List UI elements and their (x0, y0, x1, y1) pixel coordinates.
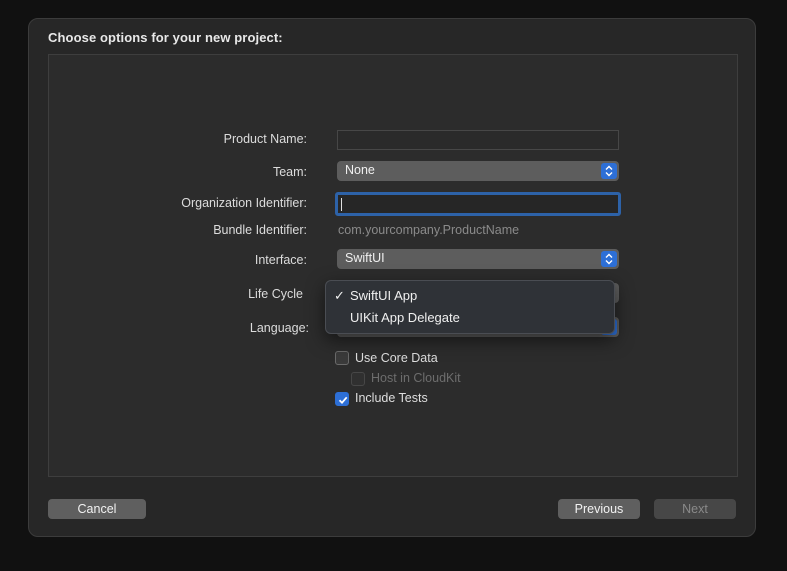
menu-item-label: UIKit App Delegate (350, 310, 460, 325)
menu-item-label: SwiftUI App (350, 288, 418, 303)
interface-value: SwiftUI (345, 251, 385, 265)
org-identifier-label: Organization Identifier: (181, 196, 307, 210)
host-in-cloudkit-label: Host in CloudKit (371, 371, 461, 385)
checkmark-icon: ✓ (334, 288, 345, 303)
checkmark-icon (338, 396, 348, 405)
team-value: None (345, 163, 375, 177)
org-identifier-field[interactable] (335, 192, 621, 216)
next-button[interactable]: Next (654, 499, 736, 519)
cancel-button[interactable]: Cancel (48, 499, 146, 519)
previous-button[interactable]: Previous (558, 499, 640, 519)
life-cycle-menu: ✓ SwiftUI App UIKit App Delegate (325, 280, 615, 334)
include-tests-label: Include Tests (355, 391, 428, 405)
options-panel: Product Name: Team: None Organization Id… (48, 54, 738, 477)
text-caret (341, 198, 342, 211)
host-in-cloudkit-checkbox[interactable] (351, 372, 365, 386)
use-core-data-label: Use Core Data (355, 351, 438, 365)
bundle-identifier-value: com.yourcompany.ProductName (338, 223, 520, 237)
menu-item-swiftui-app[interactable]: ✓ SwiftUI App (326, 285, 614, 307)
use-core-data-checkbox[interactable] (335, 351, 349, 365)
language-label: Language: (249, 321, 309, 335)
product-name-label: Product Name: (223, 132, 307, 146)
sheet-title: Choose options for your new project: (48, 30, 283, 45)
menu-item-uikit-app-delegate[interactable]: UIKit App Delegate (326, 307, 614, 329)
popup-arrows-icon (601, 163, 617, 179)
include-tests-checkbox[interactable] (335, 392, 349, 406)
popup-arrows-icon (601, 251, 617, 267)
team-popup[interactable]: None (337, 161, 619, 181)
interface-label: Interface: (254, 253, 307, 267)
new-project-sheet: Choose options for your new project: Pro… (28, 18, 756, 537)
life-cycle-label: Life Cycle (248, 287, 303, 301)
team-label: Team: (272, 165, 307, 179)
product-name-field[interactable] (337, 130, 619, 150)
interface-popup[interactable]: SwiftUI (337, 249, 619, 269)
bundle-identifier-label: Bundle Identifier: (213, 223, 307, 237)
